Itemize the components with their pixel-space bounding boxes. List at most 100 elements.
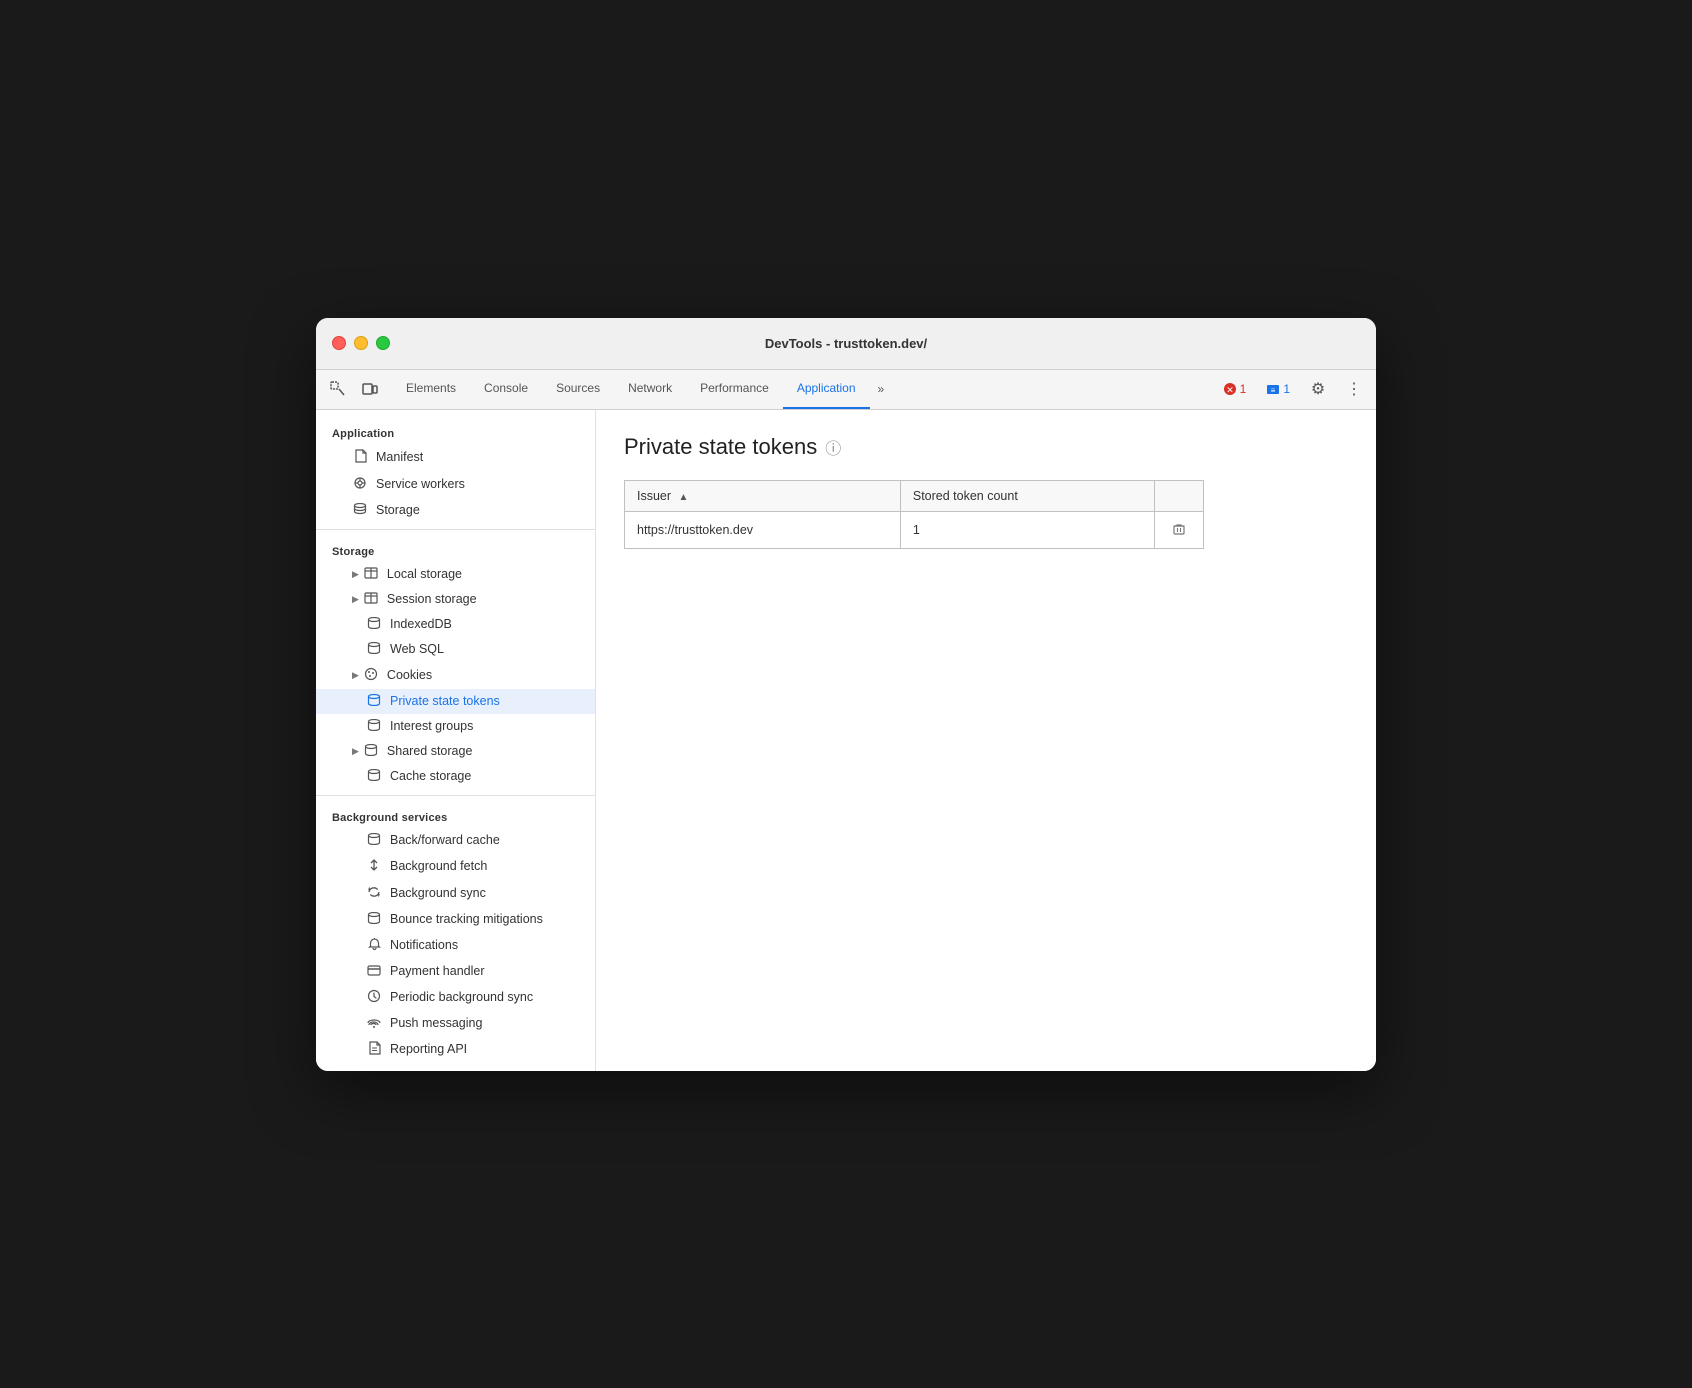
device-icon[interactable]: [356, 375, 384, 403]
content-area: Private state tokens ⓘ Issuer ▲ Stored t…: [596, 410, 1376, 1071]
table-row: https://trusttoken.dev 1: [625, 511, 1204, 548]
column-token-count-label: Stored token count: [913, 489, 1018, 503]
sidebar-item-background-fetch[interactable]: Background fetch: [316, 853, 595, 880]
column-header-issuer[interactable]: Issuer ▲: [625, 480, 901, 511]
sidebar-item-session-storage[interactable]: ▶ Session storage: [316, 587, 595, 612]
svg-text:≡: ≡: [1271, 386, 1276, 395]
tab-application[interactable]: Application: [783, 369, 870, 409]
tab-elements[interactable]: Elements: [392, 369, 470, 409]
private-state-tokens-icon: [366, 694, 382, 709]
expand-shared-storage-icon: ▶: [352, 746, 359, 757]
traffic-lights: × − +: [332, 336, 390, 350]
inspect-icon[interactable]: [324, 375, 352, 403]
tab-console[interactable]: Console: [470, 369, 542, 409]
expand-cookies-icon: ▶: [352, 670, 359, 681]
sidebar-item-shared-storage[interactable]: ▶ Shared storage: [316, 739, 595, 764]
periodic-background-sync-icon: [366, 989, 382, 1006]
sidebar-item-service-workers[interactable]: Service workers: [316, 471, 595, 498]
cache-storage-icon: [366, 769, 382, 784]
storage-app-label: Storage: [376, 503, 420, 517]
sidebar-item-storage-app[interactable]: Storage: [316, 498, 595, 523]
payment-handler-label: Payment handler: [390, 964, 485, 978]
sidebar-item-payment-handler[interactable]: Payment handler: [316, 959, 595, 984]
devtools-window: × − + DevTools - trusttoken.dev/ Element…: [316, 318, 1376, 1071]
svg-text:✕: ✕: [1226, 385, 1234, 395]
websql-icon: [366, 642, 382, 657]
indexeddb-icon: [366, 617, 382, 632]
maximize-button[interactable]: +: [376, 336, 390, 350]
main-area: Application Manifest: [316, 410, 1376, 1071]
delete-row-button[interactable]: [1167, 520, 1191, 540]
sidebar-item-local-storage[interactable]: ▶ Local storage: [316, 562, 595, 587]
websql-label: Web SQL: [390, 642, 444, 656]
sidebar-item-private-state-tokens[interactable]: Private state tokens: [316, 689, 595, 714]
payment-handler-icon: [366, 964, 382, 979]
sort-arrow-icon: ▲: [679, 492, 689, 503]
notifications-icon: [366, 937, 382, 954]
tab-bar: Elements Console Sources Network Perform…: [316, 370, 1376, 410]
local-storage-icon: [363, 567, 379, 582]
sidebar-item-reporting-api[interactable]: Reporting API: [316, 1036, 595, 1063]
sidebar-item-periodic-background-sync[interactable]: Periodic background sync: [316, 984, 595, 1011]
info-count: 1: [1283, 382, 1290, 396]
local-storage-label: Local storage: [387, 567, 462, 581]
tab-sources[interactable]: Sources: [542, 369, 614, 409]
minimize-button[interactable]: −: [354, 336, 368, 350]
sidebar-item-bounce-tracking[interactable]: Bounce tracking mitigations: [316, 907, 595, 932]
sidebar-section-background: Background services: [316, 802, 595, 828]
interest-groups-label: Interest groups: [390, 719, 473, 733]
divider-2: [316, 795, 595, 796]
sidebar-item-interest-groups[interactable]: Interest groups: [316, 714, 595, 739]
backforward-cache-icon: [366, 833, 382, 848]
title-bar: × − + DevTools - trusttoken.dev/: [316, 318, 1376, 370]
info-icon[interactable]: ⓘ: [825, 435, 841, 459]
private-state-tokens-label: Private state tokens: [390, 694, 500, 708]
close-button[interactable]: ×: [332, 336, 346, 350]
notifications-label: Notifications: [390, 938, 458, 952]
sidebar-item-indexeddb[interactable]: IndexedDB: [316, 612, 595, 637]
error-count: 1: [1240, 382, 1247, 396]
periodic-background-sync-label: Periodic background sync: [390, 990, 533, 1004]
backforward-cache-label: Back/forward cache: [390, 833, 500, 847]
sidebar-item-manifest[interactable]: Manifest: [316, 444, 595, 471]
more-tabs-button[interactable]: »: [870, 369, 893, 409]
bounce-tracking-label: Bounce tracking mitigations: [390, 912, 543, 926]
sidebar-item-push-messaging[interactable]: Push messaging: [316, 1011, 595, 1036]
window-title: DevTools - trusttoken.dev/: [765, 336, 927, 351]
push-messaging-icon: [366, 1016, 382, 1031]
tab-icons: [324, 375, 384, 403]
background-fetch-icon: [366, 858, 382, 875]
push-messaging-label: Push messaging: [390, 1016, 482, 1030]
token-count-cell: 1: [900, 511, 1154, 548]
shared-storage-icon: [363, 744, 379, 759]
indexeddb-label: IndexedDB: [390, 617, 452, 631]
tab-network[interactable]: Network: [614, 369, 686, 409]
more-options-button[interactable]: ⋮: [1340, 375, 1368, 403]
expand-local-storage-icon: ▶: [352, 569, 359, 580]
sidebar-section-storage: Storage: [316, 536, 595, 562]
info-badge[interactable]: ≡ 1: [1260, 379, 1296, 399]
sidebar-item-notifications[interactable]: Notifications: [316, 932, 595, 959]
page-title-row: Private state tokens ⓘ: [624, 434, 1348, 460]
tab-bar-right: ✕ 1 ≡ 1 ⚙ ⋮: [1217, 375, 1368, 403]
reporting-api-label: Reporting API: [390, 1042, 467, 1056]
background-sync-icon: [366, 885, 382, 902]
cookies-icon: [363, 667, 379, 684]
cache-storage-label: Cache storage: [390, 769, 471, 783]
sidebar-item-backforward-cache[interactable]: Back/forward cache: [316, 828, 595, 853]
settings-button[interactable]: ⚙: [1304, 375, 1332, 403]
tab-performance[interactable]: Performance: [686, 369, 783, 409]
sidebar-item-cache-storage[interactable]: Cache storage: [316, 764, 595, 789]
session-storage-icon: [363, 592, 379, 607]
tokens-table: Issuer ▲ Stored token count https://trus…: [624, 480, 1204, 549]
sidebar-item-websql[interactable]: Web SQL: [316, 637, 595, 662]
bounce-tracking-icon: [366, 912, 382, 927]
sidebar-item-background-sync[interactable]: Background sync: [316, 880, 595, 907]
service-workers-icon: [352, 476, 368, 493]
error-badge[interactable]: ✕ 1: [1217, 379, 1253, 399]
session-storage-label: Session storage: [387, 592, 477, 606]
storage-app-icon: [352, 503, 368, 518]
cookies-label: Cookies: [387, 668, 432, 682]
sidebar-item-cookies[interactable]: ▶ Cookies: [316, 662, 595, 689]
page-title: Private state tokens: [624, 434, 817, 460]
